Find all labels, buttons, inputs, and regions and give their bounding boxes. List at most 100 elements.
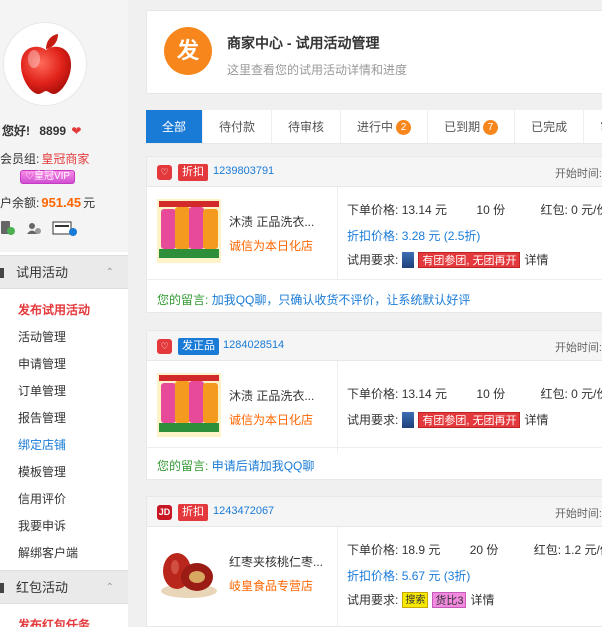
product-image[interactable] xyxy=(157,373,221,437)
chevron-up-icon[interactable]: ⌃ xyxy=(106,256,114,289)
jd-icon: JD xyxy=(157,505,172,520)
quantity: 10 份 xyxy=(476,387,506,401)
price-row: 下单价格: 18.9 元 20 份 红包: 1.2 元/份 xyxy=(347,541,602,558)
tab-pending-payment[interactable]: 待付款 xyxy=(203,110,273,143)
page-title: 商家中心 - 试用活动管理 xyxy=(227,35,380,51)
balance-unit: 元 xyxy=(83,196,96,210)
menu-unbind-client[interactable]: 解绑客户端 xyxy=(18,544,78,561)
redpack: 红包: 1.2 元/份 xyxy=(533,543,602,557)
discount-row: 折扣价格: 3.28 元 (2.5折) xyxy=(347,229,481,243)
shop-name[interactable]: 诚信为本日化店 xyxy=(229,237,313,254)
divider xyxy=(337,527,338,626)
shop-name[interactable]: 岐皇食品专营店 xyxy=(229,577,313,594)
order-number[interactable]: 1243472067 xyxy=(213,505,274,517)
divider xyxy=(337,187,338,279)
order-card: ♡ 折扣 1239803791 开始时间: 沐渍 正品洗衣... 诚信为本日化店… xyxy=(146,156,602,313)
requirement-row: 试用要求: 有团参团, 无团再开 详情 xyxy=(347,411,549,428)
details-link[interactable]: 详情 xyxy=(524,251,548,268)
start-time-label: 开始时间: xyxy=(554,508,602,520)
order-price: 13.14 元 xyxy=(401,203,448,217)
status-tabs: 全部 待付款 待审核 进行中2 已到期7 已完成 审 xyxy=(146,110,602,144)
section-marker-icon xyxy=(0,268,4,278)
price-row: 下单价格: 13.14 元 10 份 红包: 0 元/份 xyxy=(347,385,602,402)
card-body: 红枣夹核桃仁枣... 岐皇食品专营店 下单价格: 18.9 元 20 份 红包:… xyxy=(147,527,602,626)
product-name[interactable]: 沐渍 正品洗衣... xyxy=(229,387,314,404)
profile-panel: 您好! 8899 ❤ 会员组: 皇冠商家 ♡皇冠VIP 户余额: 951.45 元 xyxy=(0,0,128,252)
menu-credit-rating[interactable]: 信用评价 xyxy=(18,490,66,507)
section-redpack[interactable]: 红包活动 ⌃ xyxy=(0,570,128,604)
menu-bind-shop[interactable]: 绑定店铺 xyxy=(18,436,66,453)
details-link[interactable]: 详情 xyxy=(470,591,494,608)
tab-pending-review[interactable]: 待审核 xyxy=(272,110,342,143)
divider xyxy=(337,361,338,453)
user-id: 8899 xyxy=(39,124,67,138)
menu-template-manage[interactable]: 模板管理 xyxy=(18,463,66,480)
menu-appeal[interactable]: 我要申诉 xyxy=(18,517,66,534)
product-name[interactable]: 沐渍 正品洗衣... xyxy=(229,213,314,230)
requirement-tag: 有团参团, 无团再开 xyxy=(418,251,521,268)
tab-in-progress[interactable]: 进行中 2 xyxy=(341,110,429,143)
bank-card-icon[interactable] xyxy=(52,220,78,236)
apple-logo-icon xyxy=(20,34,72,95)
balance: 户余额: 951.45 元 xyxy=(0,194,95,211)
product-image[interactable] xyxy=(157,539,221,603)
discount-price: 5.67 元 (3折) xyxy=(401,569,471,583)
menu-activity-manage[interactable]: 活动管理 xyxy=(18,328,66,345)
order-type-tag: 发正品 xyxy=(178,338,219,355)
details-link[interactable]: 详情 xyxy=(524,411,548,428)
chevron-up-icon[interactable]: ⌃ xyxy=(106,571,114,604)
greeting: 您好! 8899 ❤ xyxy=(2,122,81,139)
discount-row: 折扣价格: 5.67 元 (3折) xyxy=(347,569,471,583)
phone-verify-icon[interactable] xyxy=(0,220,16,236)
greeting-text: 您好! xyxy=(2,124,30,138)
menu-publish-redpack[interactable]: 发布红包任务 xyxy=(18,616,90,627)
tab-audit[interactable]: 审 xyxy=(584,110,602,143)
menu-apply-manage[interactable]: 申请管理 xyxy=(18,355,66,372)
requirement-tag: 有团参团, 无团再开 xyxy=(418,411,521,428)
menu-report-manage[interactable]: 报告管理 xyxy=(18,409,66,426)
price-row: 下单价格: 13.14 元 10 份 红包: 0 元/份 xyxy=(347,201,602,218)
profile-tools xyxy=(0,220,78,238)
taobao-icon: ♡ xyxy=(157,165,172,180)
shop-name[interactable]: 诚信为本日化店 xyxy=(229,411,313,428)
heart-icon: ❤ xyxy=(71,124,82,138)
balance-label: 户余额: xyxy=(0,196,40,210)
count-badge: 7 xyxy=(483,119,499,135)
section-trial[interactable]: 试用活动 ⌃ xyxy=(0,255,128,289)
order-type-tag: 折扣 xyxy=(178,504,208,521)
member-group: 会员组: 皇冠商家 xyxy=(0,150,89,167)
section-marker-icon xyxy=(0,583,4,593)
requirement-tag: 货比3 xyxy=(432,591,467,608)
product-name[interactable]: 红枣夹核桃仁枣... xyxy=(229,553,323,570)
requirement-icon xyxy=(402,411,415,428)
redpack: 红包: 0 元/份 xyxy=(540,387,602,401)
id-verify-icon[interactable] xyxy=(26,220,42,236)
tab-completed[interactable]: 已完成 xyxy=(515,110,585,143)
tab-all[interactable]: 全部 xyxy=(146,110,204,143)
tab-expired[interactable]: 已到期 7 xyxy=(428,110,516,143)
menu-publish-trial[interactable]: 发布试用活动 xyxy=(18,301,90,318)
menu-order-manage[interactable]: 订单管理 xyxy=(18,382,66,399)
buyer-note: 您的留言: 申请后请加我QQ聊 xyxy=(157,459,315,473)
order-card: ♡ 发正品 1284028514 开始时间: 沐渍 正品洗衣... 诚信为本日化… xyxy=(146,330,602,480)
requirement-row: 试用要求: 搜索 货比3 详情 xyxy=(347,591,495,608)
page-subtitle: 这里查看您的试用活动详情和进度 xyxy=(227,63,408,77)
start-time-label: 开始时间: xyxy=(554,168,602,180)
order-type-tag: 折扣 xyxy=(178,164,208,181)
order-number[interactable]: 1239803791 xyxy=(213,165,274,177)
start-time-label: 开始时间: xyxy=(554,342,602,354)
card-body: 沐渍 正品洗衣... 诚信为本日化店 下单价格: 13.14 元 10 份 红包… xyxy=(147,187,602,279)
card-body: 沐渍 正品洗衣... 诚信为本日化店 下单价格: 13.14 元 10 份 红包… xyxy=(147,361,602,453)
publish-logo-icon: 发 xyxy=(164,27,212,75)
count-badge: 2 xyxy=(396,119,412,135)
requirement-tag: 搜索 xyxy=(402,591,429,608)
taobao-icon: ♡ xyxy=(157,339,172,354)
order-card: JD 折扣 1243472067 开始时间: 红枣夹核桃仁枣... 岐皇食品专营… xyxy=(146,496,602,627)
note-text: 加我QQ聊，只确认收货不评价，让系统默认好评 xyxy=(211,293,471,307)
requirement-icon xyxy=(402,251,415,268)
order-number[interactable]: 1284028514 xyxy=(223,339,284,351)
product-image[interactable] xyxy=(157,199,221,263)
avatar[interactable] xyxy=(3,22,87,106)
buyer-note: 您的留言: 加我QQ聊，只确认收货不评价，让系统默认好评 xyxy=(157,293,471,307)
member-label: 会员组: xyxy=(0,152,40,166)
